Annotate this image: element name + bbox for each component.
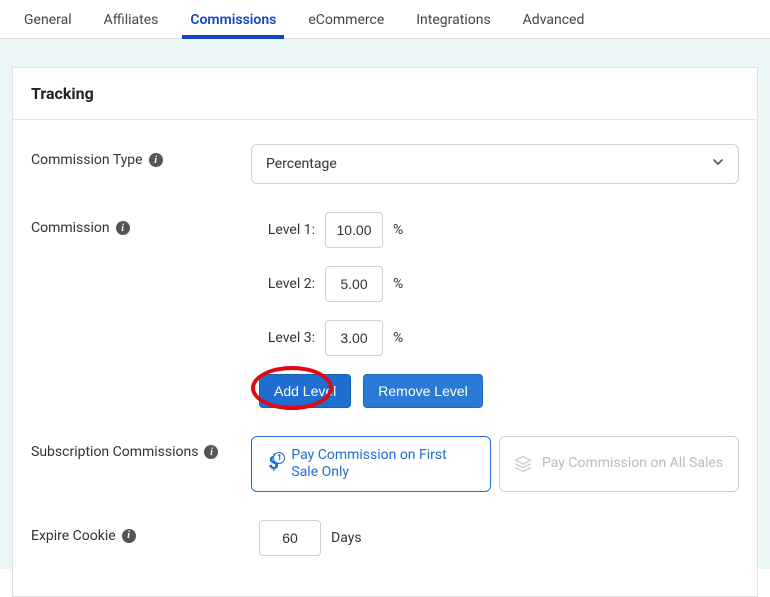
info-icon[interactable]: i: [116, 221, 130, 235]
stack-icon: [514, 455, 532, 473]
commission-label: Commission: [31, 220, 110, 236]
info-icon[interactable]: i: [149, 153, 163, 167]
level-3-label: Level 3:: [259, 330, 315, 346]
tracking-panel: Tracking Commission Type i Percentage: [12, 67, 758, 597]
tab-integrations[interactable]: Integrations: [400, 0, 506, 38]
remove-level-button[interactable]: Remove Level: [363, 374, 483, 408]
pay-all-sales-text: Pay Commission on All Sales: [542, 455, 723, 472]
commission-type-select[interactable]: Percentage: [251, 144, 739, 184]
pay-all-sales-option[interactable]: Pay Commission on All Sales: [499, 436, 739, 492]
chevron-down-icon: [712, 156, 724, 172]
info-icon[interactable]: i: [204, 445, 218, 459]
add-level-button[interactable]: Add Level: [259, 374, 351, 408]
level-2-label: Level 2:: [259, 276, 315, 292]
commission-type-label: Commission Type: [31, 152, 143, 168]
level-1-label: Level 1:: [259, 222, 315, 238]
percent-unit: %: [393, 222, 403, 238]
days-unit: Days: [331, 530, 362, 546]
percent-unit: %: [393, 276, 403, 292]
commission-type-value: Percentage: [266, 156, 337, 172]
tab-general[interactable]: General: [8, 0, 88, 38]
panel-title: Tracking: [13, 68, 757, 120]
tab-advanced[interactable]: Advanced: [507, 0, 601, 38]
expire-cookie-input[interactable]: [259, 520, 321, 556]
tab-commissions[interactable]: Commissions: [174, 0, 292, 38]
tab-ecommerce[interactable]: eCommerce: [292, 0, 400, 38]
info-icon[interactable]: i: [122, 529, 136, 543]
tabs-bar: General Affiliates Commissions eCommerce…: [0, 0, 770, 39]
level-1-input[interactable]: [325, 212, 383, 248]
pay-first-sale-option[interactable]: Pay Commission on First Sale Only: [251, 436, 491, 492]
dollar-first-icon: [266, 454, 281, 474]
pay-first-sale-text: Pay Commission on First Sale Only: [291, 447, 476, 481]
level-3-input[interactable]: [325, 320, 383, 356]
tab-affiliates[interactable]: Affiliates: [88, 0, 175, 38]
level-2-input[interactable]: [325, 266, 383, 302]
expire-cookie-label: Expire Cookie: [31, 528, 116, 544]
percent-unit: %: [393, 330, 403, 346]
subscription-commissions-label: Subscription Commissions: [31, 444, 198, 460]
